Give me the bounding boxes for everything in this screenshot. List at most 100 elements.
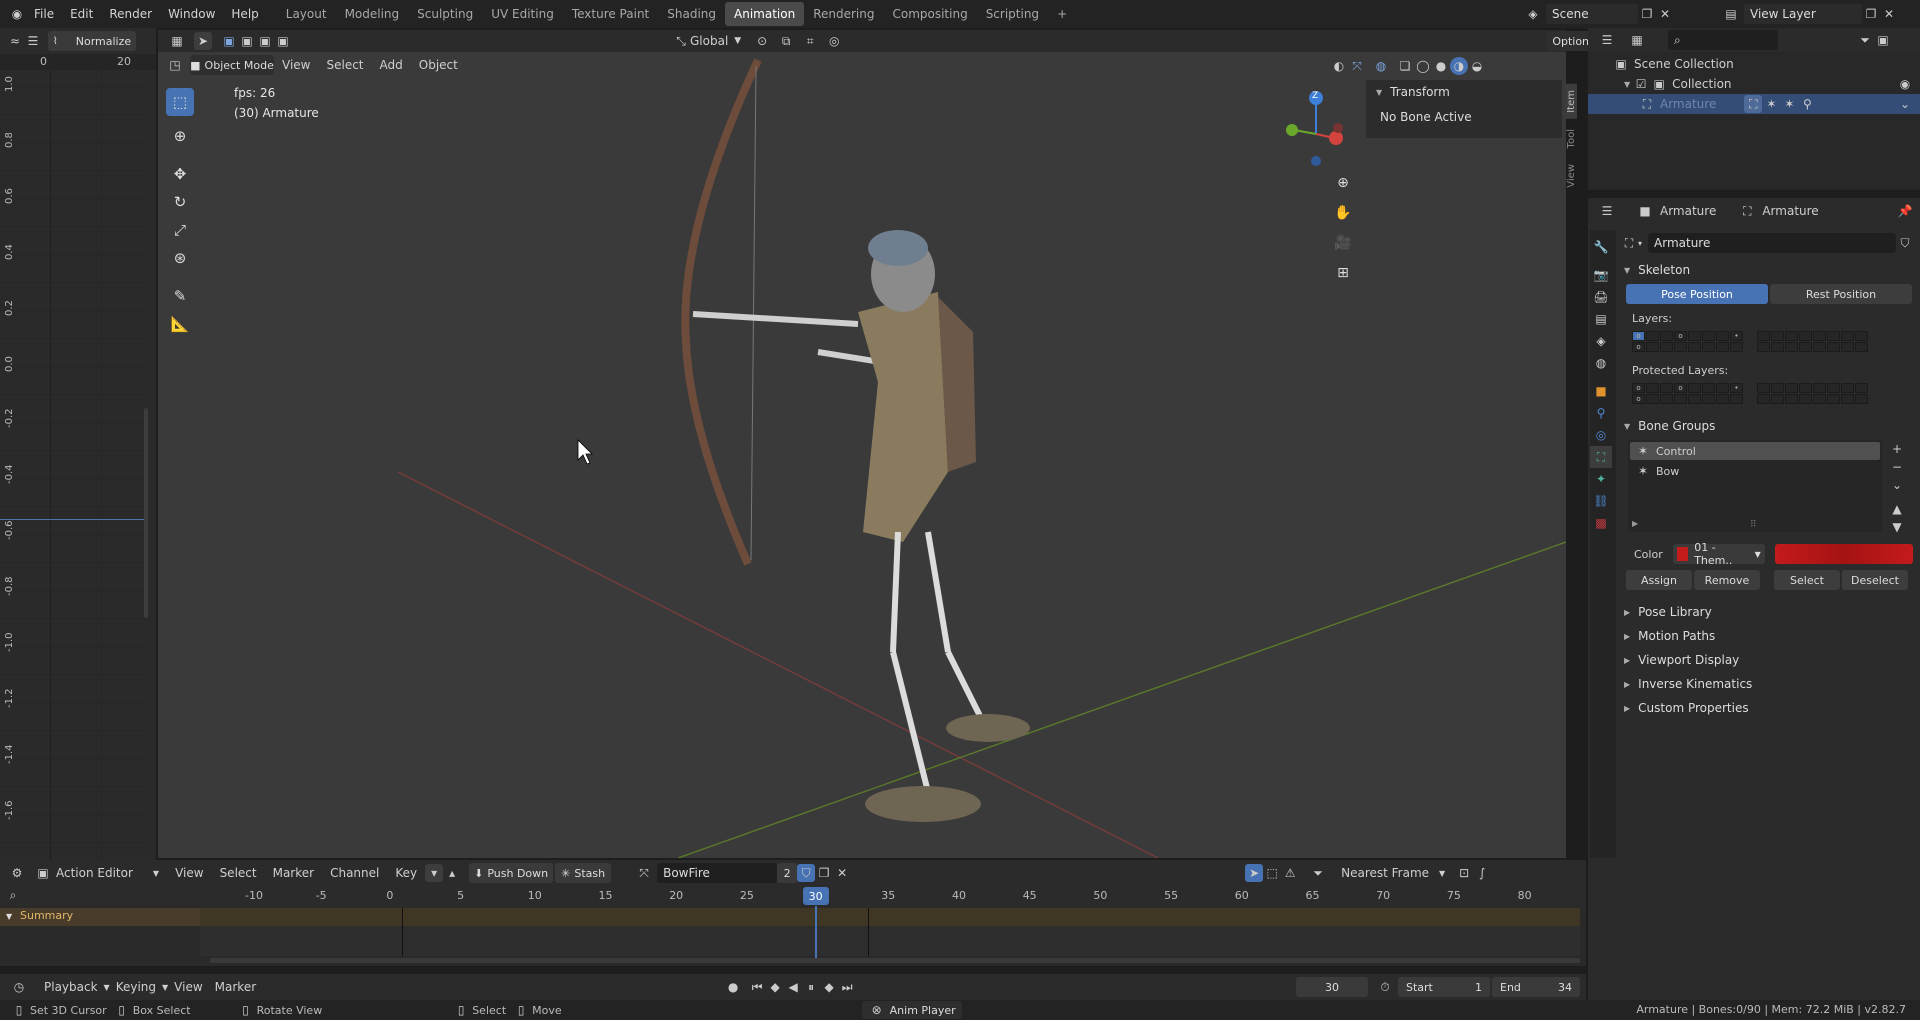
assign-button[interactable]: Assign (1626, 570, 1692, 590)
expand-triangle-icon[interactable]: ▼ (1376, 88, 1382, 97)
tab-view[interactable]: View (1566, 158, 1577, 194)
editor-type-icon[interactable]: ≈ (6, 32, 24, 50)
fake-user-shield-icon[interactable]: ⛉ (797, 864, 816, 882)
anim-player-job[interactable]: ⊗ Anim Player (861, 1001, 962, 1019)
new-scene-icon[interactable]: ❐ (1638, 5, 1656, 23)
current-frame-indicator[interactable]: 30 (802, 887, 829, 905)
action-menu-key[interactable]: Key (387, 866, 425, 880)
action-menu-marker[interactable]: Marker (265, 866, 322, 880)
transform-tool-icon[interactable]: ⊛ (166, 244, 194, 272)
object-tab-icon[interactable]: ■ (1590, 380, 1612, 402)
transform-header[interactable]: Transform (1390, 85, 1450, 99)
summary-track[interactable] (200, 908, 1580, 926)
texture-tab-icon[interactable]: ▩ (1590, 512, 1612, 534)
eye-icon[interactable]: ◉ (1896, 75, 1914, 93)
select-mode-extend-icon[interactable]: ▣ (238, 32, 256, 50)
interpolation-icon[interactable]: ▴ (443, 864, 461, 882)
fake-user-icon[interactable]: ⛉ (1896, 234, 1914, 252)
move-up-icon[interactable]: ▲ (1888, 500, 1906, 518)
measure-tool-icon[interactable]: 📐 (166, 310, 194, 338)
delete-view-layer-icon[interactable]: ✕ (1880, 5, 1898, 23)
only-selected-icon[interactable]: ➤ (1245, 864, 1264, 882)
layer-buttons-left-bottom[interactable]: o (1632, 342, 1743, 352)
overlay-toggle-icon[interactable]: ◍ (1372, 57, 1390, 75)
close-circle-icon[interactable]: ⊗ (868, 1001, 886, 1019)
graph-vertical-scrollbar[interactable] (144, 408, 148, 618)
outliner-row-collection[interactable]: ▼ ☑ ▣ Collection ◉ (1588, 74, 1920, 94)
cursor-tool-icon[interactable]: ⊕ (166, 122, 194, 150)
outliner-row-scene-collection[interactable]: ▣ Scene Collection (1588, 54, 1920, 74)
action-browse-icon[interactable]: ⤧ (635, 864, 653, 882)
viewport-display-panel-header[interactable]: ▶ Viewport Display (1620, 648, 1918, 672)
proportional-icon[interactable]: ⊡ (1455, 864, 1473, 882)
select-mode-new-icon[interactable]: ▣ (220, 32, 238, 50)
solid-shading-icon[interactable]: ● (1432, 57, 1450, 75)
outliner-editor-type-icon[interactable]: ☰ (1598, 31, 1616, 49)
layer-buttons-right-top[interactable] (1757, 331, 1868, 341)
editor-type-icon[interactable]: ▦ (168, 32, 186, 50)
protected-buttons-right-bottom[interactable] (1757, 394, 1868, 404)
timeline-current-frame-field[interactable]: 30 (1296, 977, 1368, 997)
select-tool-icon[interactable]: ➤ (194, 32, 212, 50)
protected-buttons-right-top[interactable] (1757, 383, 1868, 393)
new-collection-icon[interactable]: ▣ (1874, 31, 1892, 49)
display-mode-icon[interactable]: ▦ (1628, 31, 1646, 49)
timeline-menu-marker[interactable]: Marker (209, 980, 262, 994)
action-ruler[interactable]: ⌕ -10-505101520253035404550556065707580 … (0, 886, 1586, 906)
viewport-editor-type-icon[interactable]: ◳ (166, 56, 184, 74)
unlink-action-icon[interactable]: ✕ (833, 864, 851, 882)
action-icon[interactable]: ✶ (1780, 95, 1798, 113)
tab-uv-editing[interactable]: UV Editing (482, 2, 563, 26)
blender-logo-icon[interactable]: ◉ (8, 5, 26, 23)
modifier-icon[interactable]: ⚲ (1798, 95, 1816, 113)
proportional-edit-icon[interactable]: ◎ (825, 32, 843, 50)
bone-constraint-tab-icon[interactable]: ⛓ (1590, 490, 1612, 512)
menu-edit[interactable]: Edit (62, 7, 101, 21)
list-item-bow[interactable]: ✶ Bow (1630, 462, 1880, 480)
pose-icon[interactable]: ✶ (1762, 95, 1780, 113)
xray-icon[interactable]: ❏ (1396, 57, 1414, 75)
checkbox-icon[interactable]: ☑ (1632, 75, 1650, 93)
tab-scripting[interactable]: Scripting (977, 2, 1048, 26)
color-set-select[interactable]: 01 - Them.. ▼ (1672, 541, 1765, 567)
keyframe-type-icon[interactable]: ▾ (425, 864, 444, 882)
only-errors-icon[interactable]: ⚠ (1281, 864, 1299, 882)
pose-library-panel-header[interactable]: ▶ Pose Library (1620, 600, 1918, 624)
custom-properties-panel-header[interactable]: ▶ Custom Properties (1620, 696, 1918, 720)
pause-icon[interactable]: ⏸ (802, 978, 820, 996)
navigation-gizmo[interactable]: Z (1278, 86, 1358, 176)
dopesheet-editor-type-icon[interactable]: ⚙ (8, 864, 26, 882)
stash-button[interactable]: ✳ Stash (555, 863, 612, 883)
hamburger-icon[interactable]: ☰ (24, 32, 42, 50)
jump-end-icon[interactable]: ⏭ (838, 978, 856, 996)
select-box-tool-icon[interactable]: ⬚ (166, 88, 194, 116)
view-layer-field[interactable]: View Layer (1744, 4, 1862, 24)
show-hidden-icon[interactable]: ⬚ (1263, 864, 1281, 882)
material-shading-icon[interactable]: ◑ (1450, 57, 1468, 75)
pivot-icon[interactable]: ⊙ (753, 32, 771, 50)
tab-item[interactable]: Item (1566, 84, 1577, 119)
timeline-editor-type-icon[interactable]: ◷ (10, 978, 28, 996)
action-menu-select[interactable]: Select (212, 866, 265, 880)
snap-icon[interactable]: ⧉ (777, 32, 795, 50)
remove-button[interactable]: Remove (1694, 570, 1760, 590)
render-tab-icon[interactable]: 📷 (1590, 264, 1612, 286)
outliner-row-armature[interactable]: ⛶ Armature ⛶ ✶ ✶ ⚲ ⌄ (1588, 94, 1920, 114)
filter-icon[interactable]: ⏷ (1856, 31, 1874, 49)
tab-texture-paint[interactable]: Texture Paint (563, 2, 658, 26)
new-view-layer-icon[interactable]: ❐ (1862, 5, 1880, 23)
tab-tool[interactable]: Tool (1566, 123, 1577, 154)
snap-mode-select[interactable]: Nearest Frame ▼ (1341, 866, 1445, 880)
menu-window[interactable]: Window (160, 7, 223, 21)
select-mode-subtract-icon[interactable]: ▣ (256, 32, 274, 50)
move-down-icon[interactable]: ▼ (1888, 518, 1906, 536)
snap-target-icon[interactable]: ⌗ (801, 32, 819, 50)
timeline-menu-view[interactable]: View (168, 980, 208, 994)
timeline-menu-playback[interactable]: Playback (38, 980, 104, 994)
record-icon[interactable]: ● (724, 978, 742, 996)
scene-icon[interactable]: ◈ (1524, 5, 1542, 23)
stopwatch-icon[interactable]: ⏱ (1376, 978, 1394, 996)
action-horizontal-scrollbar[interactable] (210, 958, 1580, 963)
rest-position-button[interactable]: Rest Position (1770, 284, 1912, 304)
falloff-icon[interactable]: ∫ (1473, 864, 1491, 882)
